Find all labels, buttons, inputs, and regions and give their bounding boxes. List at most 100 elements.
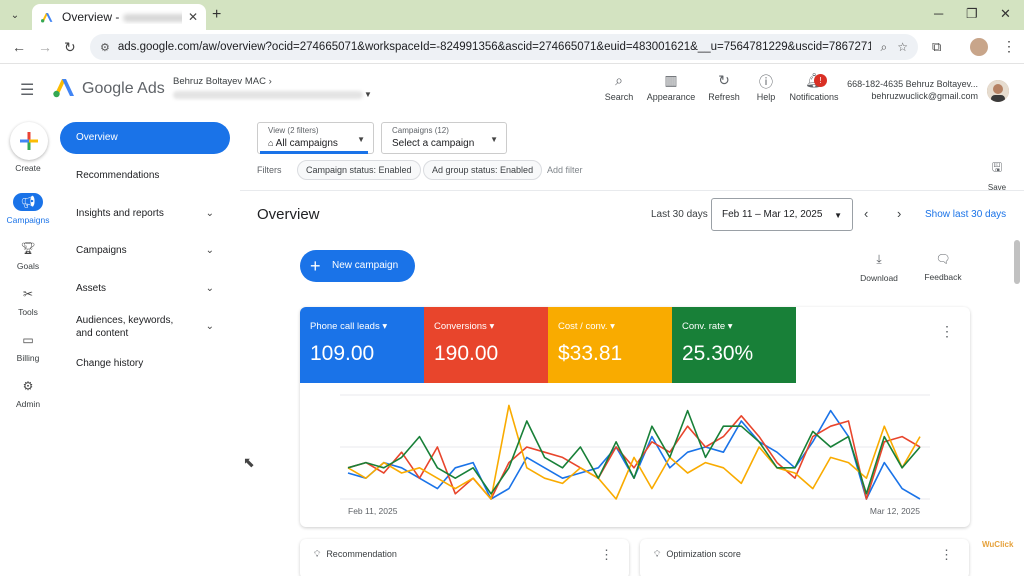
forward-icon[interactable]: → [38, 39, 52, 55]
tools-icon: ✂ [22, 287, 34, 301]
download-button[interactable]: ⤓ Download [854, 252, 904, 283]
card-more-icon[interactable]: ⋮ [940, 323, 954, 340]
create-plus-icon [20, 132, 38, 150]
rail-item-goals[interactable]: 🏆︎ Goals [0, 239, 56, 271]
plus-icon: + [310, 256, 321, 276]
billing-icon: ▭ [22, 333, 34, 347]
new-tab-button[interactable]: + [212, 6, 221, 24]
tab-close-icon[interactable]: ✕ [188, 10, 198, 24]
user-info[interactable]: 668-182-4635 Behruz Boltayev... behruzwu… [847, 78, 978, 102]
window-close-icon[interactable]: ✕ [1000, 6, 1011, 22]
chevron-down-icon: ⌄ [205, 208, 214, 219]
reload-icon[interactable]: ↻ [64, 39, 76, 56]
nav-item-campaigns[interactable]: Campaigns ⌄ [60, 245, 230, 256]
user-avatar[interactable] [987, 80, 1009, 102]
caret-down-icon: ▾ [382, 321, 388, 332]
chevron-down-icon: ⌄ [205, 245, 214, 256]
add-filter-input[interactable]: Add filter [547, 165, 583, 175]
megaphone-icon: 📢︎ [13, 193, 43, 211]
nav-item-recommendations[interactable]: Recommendations [60, 170, 230, 181]
omnibox[interactable]: ⚙ ads.google.com/aw/overview?ocid=274665… [90, 34, 918, 60]
metric-tile-phone-call-leads[interactable]: Phone call leads ▾ 109.00 [300, 307, 424, 383]
notifications-tool[interactable]: 🔔︎ ! Notifications [784, 72, 844, 102]
download-icon: ⤓ [876, 252, 882, 266]
minimize-icon[interactable]: ─ [934, 6, 943, 21]
performance-line-chart: Feb 11, 2025 Mar 12, 2025 [340, 394, 930, 516]
page-title: Overview [257, 206, 320, 223]
lightbulb-icon: 💡︎ [314, 549, 321, 559]
google-ads-favicon-icon [41, 13, 53, 23]
date-range-select[interactable]: Feb 11 – Mar 12, 2025 ▼ [711, 198, 853, 231]
appearance-tool[interactable]: ▥ Appearance [641, 72, 701, 102]
optimization-score-card[interactable]: 💡︎ Optimization score ⋮ [640, 539, 969, 576]
prev-period-icon[interactable]: ‹ [864, 206, 868, 221]
trophy-icon: 🏆︎ [20, 241, 36, 255]
card-more-icon[interactable]: ⋮ [600, 547, 613, 563]
filter-chip-adgroup-status[interactable]: Ad group status: Enabled [423, 160, 543, 180]
filters-divider [240, 190, 1024, 191]
search-icon: ⌕ [615, 72, 623, 88]
url-text[interactable]: ads.google.com/aw/overview?ocid=27466507… [118, 41, 871, 53]
account-name[interactable]: Behruz Boltayev MAC › [173, 76, 272, 87]
filter-chip-campaign-status[interactable]: Campaign status: Enabled [297, 160, 421, 180]
tab-search-chevron-icon[interactable]: ⌄ [6, 6, 24, 24]
mouse-cursor-icon: ⬉ [243, 454, 255, 470]
back-icon[interactable]: ← [12, 39, 26, 55]
notification-badge: ! [814, 74, 827, 87]
address-bar-row: ← → ↻ ⚙ ads.google.com/aw/overview?ocid=… [0, 30, 1024, 64]
metric-tile-conversions[interactable]: Conversions ▾ 190.00 [424, 307, 548, 383]
caret-down-icon: ▾ [727, 321, 733, 332]
nav-item-overview[interactable]: Overview [60, 122, 230, 154]
performance-card: Phone call leads ▾ 109.00 Conversions ▾ … [300, 307, 970, 527]
save-button[interactable]: 🖫︎ Save [982, 158, 1012, 192]
chevron-down-icon: ⌄ [205, 283, 214, 294]
watermark-logo: WuClick [982, 540, 1014, 549]
rail-item-tools[interactable]: ✂ Tools [0, 285, 56, 317]
create-button[interactable] [10, 122, 48, 160]
nav-item-assets[interactable]: Assets ⌄ [60, 283, 230, 294]
restore-icon[interactable]: ❐ [966, 6, 978, 22]
new-campaign-button[interactable]: + New campaign [300, 250, 415, 282]
bookmark-star-icon[interactable]: ☆ [897, 40, 908, 54]
view-filter-select[interactable]: View (2 filters) ⌂ All campaigns ▼ [257, 122, 374, 154]
nav-item-insights[interactable]: Insights and reports ⌄ [60, 208, 230, 219]
zoom-icon[interactable]: ⌕ [881, 40, 888, 55]
google-ads-logo-icon [53, 79, 74, 98]
account-switcher-caret-icon[interactable]: ▼ [364, 90, 372, 99]
brand-name: Google Ads [82, 80, 165, 97]
nav-item-change-history[interactable]: Change history [60, 358, 230, 369]
caret-down-icon: ▾ [610, 321, 615, 332]
site-settings-icon[interactable]: ⚙ [100, 41, 110, 54]
recommendation-card[interactable]: 💡︎ Recommendation ⋮ [300, 539, 629, 576]
metric-tile-cost-per-conv[interactable]: Cost / conv. ▾ $33.81 [548, 307, 672, 383]
save-icon: 🖫︎ [991, 160, 1003, 174]
browser-profile-avatar[interactable] [970, 38, 988, 56]
feedback-icon: 🗨︎ [935, 252, 951, 266]
page-scrollbar[interactable] [1014, 240, 1020, 284]
appearance-icon: ▥ [664, 72, 678, 88]
google-ads-header: ☰ Google Ads Behruz Boltayev MAC › ▼ ⌕ S… [0, 64, 1024, 114]
view-filter-underline [260, 151, 368, 154]
feedback-button[interactable]: 🗨︎ Feedback [918, 252, 968, 282]
caret-down-icon: ▼ [834, 211, 842, 220]
browser-menu-icon[interactable]: ⋮ [1002, 38, 1016, 55]
browser-tab[interactable]: Overview - ✕ [32, 4, 206, 30]
next-period-icon[interactable]: › [897, 206, 901, 221]
nav-item-audiences[interactable]: Audiences, keywords, and content ⌄ [60, 314, 230, 340]
rail-item-billing[interactable]: ▭ Billing [0, 331, 56, 363]
date-range-label: Last 30 days [651, 209, 708, 220]
show-last-30-days-link[interactable]: Show last 30 days [925, 209, 1006, 220]
caret-down-icon: ▼ [490, 135, 498, 144]
campaign-select[interactable]: Campaigns (12) Select a campaign ▼ [381, 122, 507, 154]
rail-item-campaigns[interactable]: 📢︎ Campaigns [0, 193, 56, 225]
metric-tile-conv-rate[interactable]: Conv. rate ▾ 25.30% [672, 307, 796, 383]
card-more-icon[interactable]: ⋮ [940, 547, 953, 563]
extensions-icon[interactable]: ⧉ [932, 39, 941, 55]
rail-item-admin[interactable]: ⚙ Admin [0, 377, 56, 409]
create-label: Create [15, 163, 41, 173]
chevron-down-icon: ⌄ [205, 321, 214, 332]
avatar-face-icon [987, 80, 1009, 102]
search-tool[interactable]: ⌕ Search [589, 72, 649, 102]
hamburger-menu-icon[interactable]: ☰ [20, 80, 34, 100]
x-axis-start-label: Feb 11, 2025 [348, 506, 398, 516]
